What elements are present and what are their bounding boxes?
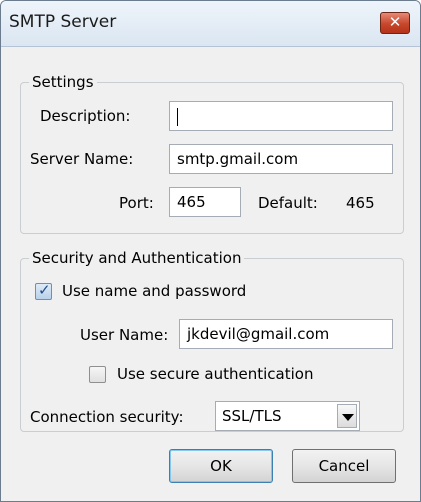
connection-security-select[interactable]: SSL/TLS bbox=[215, 401, 360, 431]
default-port-label: Default: bbox=[258, 194, 318, 212]
server-name-label: Server Name: bbox=[30, 150, 134, 168]
default-port-value: 465 bbox=[346, 194, 375, 212]
description-input[interactable] bbox=[169, 101, 393, 131]
settings-legend: Settings bbox=[29, 72, 97, 92]
security-legend: Security and Authentication bbox=[29, 248, 245, 268]
server-name-input[interactable]: smtp.gmail.com bbox=[169, 144, 393, 174]
chevron-down-icon bbox=[342, 414, 354, 421]
cancel-button[interactable]: Cancel bbox=[292, 449, 396, 483]
close-button[interactable]: ✕ bbox=[380, 12, 410, 34]
secure-auth-label[interactable]: Use secure authentication bbox=[117, 364, 313, 384]
user-name-input[interactable]: jkdevil@gmail.com bbox=[179, 319, 393, 349]
close-icon: ✕ bbox=[388, 13, 402, 31]
text-caret bbox=[177, 107, 178, 126]
ok-button[interactable]: OK bbox=[169, 449, 273, 483]
dropdown-button[interactable] bbox=[337, 404, 357, 428]
port-label: Port: bbox=[119, 194, 154, 212]
use-name-password-label[interactable]: Use name and password bbox=[62, 281, 246, 301]
secure-auth-checkbox[interactable] bbox=[89, 366, 106, 383]
settings-group: Settings Description: Server Name: smtp.… bbox=[20, 72, 404, 234]
use-name-password-checkbox[interactable]: ✓ bbox=[35, 281, 52, 300]
title-bar[interactable]: SMTP Server ✕ bbox=[1, 1, 420, 47]
description-label: Description: bbox=[40, 107, 131, 125]
security-group: Security and Authentication ✓ Use name a… bbox=[20, 248, 404, 432]
connection-security-label: Connection security: bbox=[30, 408, 184, 426]
smtp-server-dialog: SMTP Server ✕ Settings Description: Serv… bbox=[0, 0, 421, 502]
dialog-content: Settings Description: Server Name: smtp.… bbox=[1, 48, 420, 501]
checkmark-icon: ✓ bbox=[38, 281, 51, 299]
window-title: SMTP Server bbox=[9, 12, 117, 32]
port-input[interactable]: 465 bbox=[169, 187, 241, 217]
user-name-label: User Name: bbox=[80, 326, 169, 344]
connection-security-value: SSL/TLS bbox=[222, 407, 282, 425]
